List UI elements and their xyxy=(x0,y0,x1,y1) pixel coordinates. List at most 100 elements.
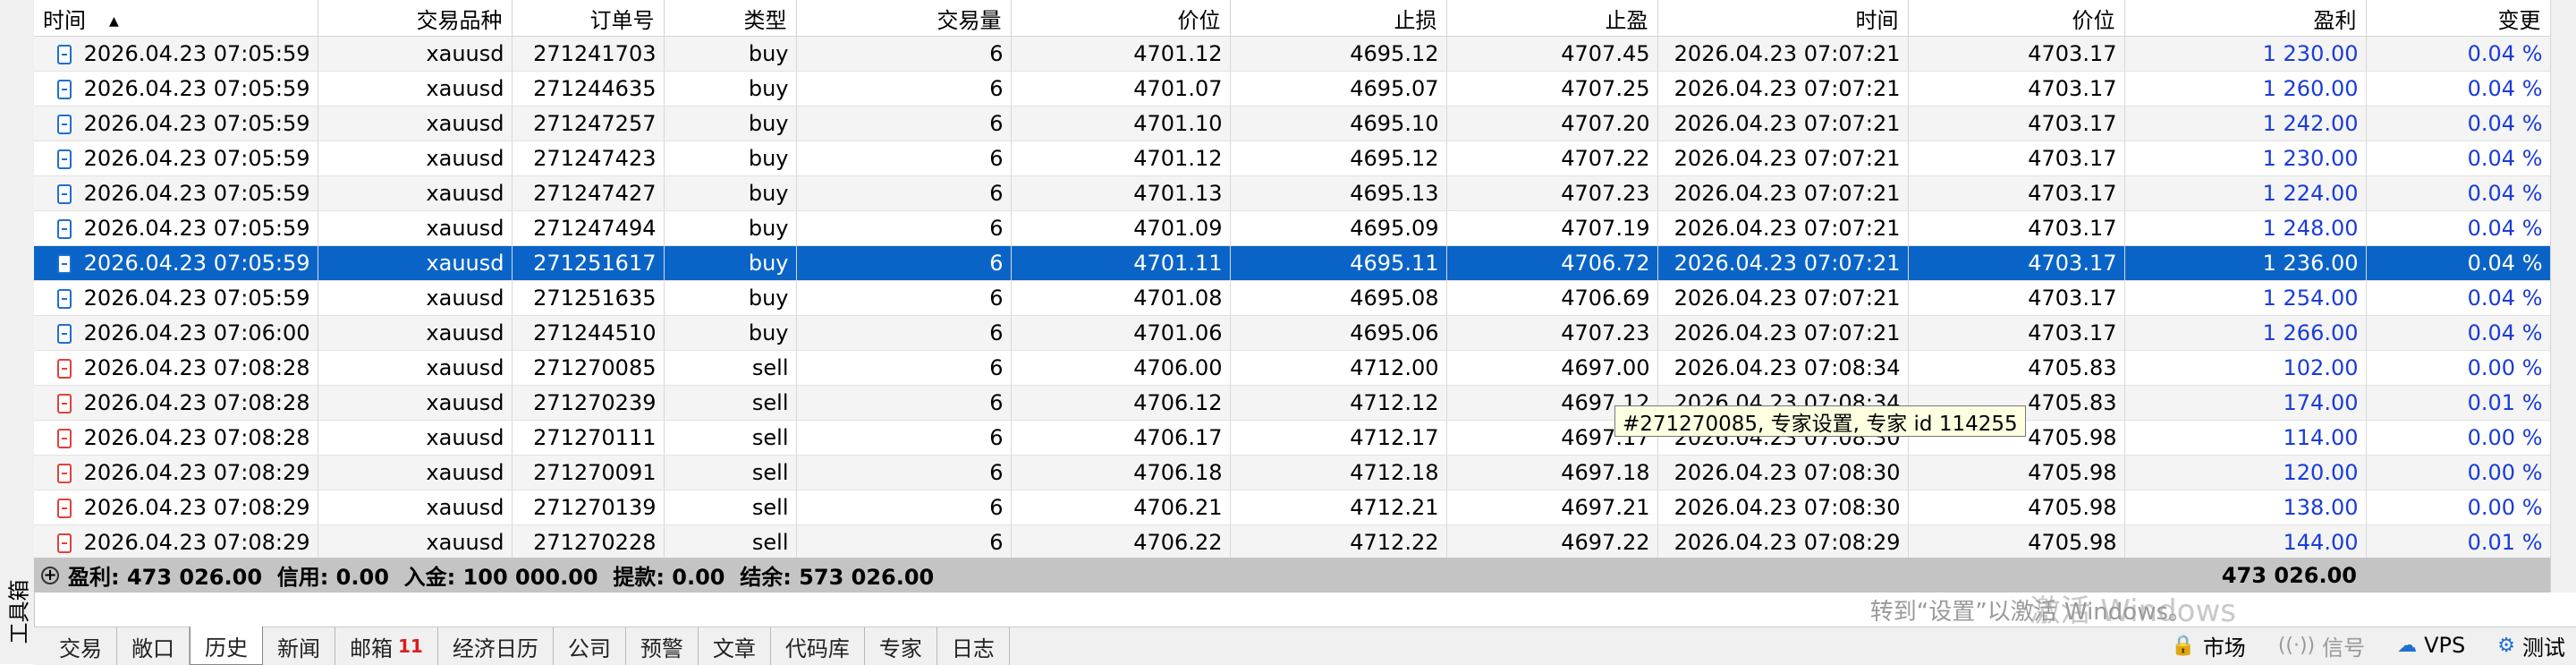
column-header-label: 变更 xyxy=(2497,7,2541,33)
tab-10[interactable]: 专家 xyxy=(865,627,937,665)
cell-profit: 114.00 xyxy=(2124,420,2367,456)
table-row[interactable]: 2026.04.23 07:05:59 xauusd 271244635 buy 6 47… xyxy=(34,71,2551,107)
status-market[interactable]: 🔒 市场 xyxy=(2171,630,2245,661)
tab-1[interactable]: 敞口 xyxy=(117,627,190,665)
column-header[interactable]: 交易量 xyxy=(796,0,1012,37)
cell-profit: 1 248.00 xyxy=(2124,210,2367,246)
table-row[interactable]: 2026.04.23 07:05:59 xauusd 271241703 buy 6 47… xyxy=(34,36,2551,72)
tab-5[interactable]: 经济日历 xyxy=(438,627,554,665)
history-table: 时间 ▲ 交易品种 订单号 类型 交易量 价位 止损 止盈 时间 价位 盈利 变更 2026.04.23… xyxy=(34,0,2551,560)
table-row[interactable]: 2026.04.23 07:08:29 xauusd 271270228 sell 6 4… xyxy=(34,524,2551,560)
cell-open-price: 4706.21 xyxy=(1011,490,1231,525)
table-row[interactable]: 2026.04.23 07:05:59 xauusd 271251617 buy 6 47… xyxy=(34,245,2551,281)
cell-order: 271270111 xyxy=(512,420,665,456)
cell-sl: 4695.08 xyxy=(1230,280,1447,316)
table-row[interactable]: 2026.04.23 07:06:00 xauusd 271244510 buy 6 47… xyxy=(34,315,2551,351)
table-row[interactable]: 2026.04.23 07:05:59 xauusd 271247494 buy 6 47… xyxy=(34,210,2551,246)
tab-4[interactable]: 邮箱 11 xyxy=(335,627,438,665)
toolbox-strip[interactable]: 工具箱 xyxy=(0,0,35,664)
table-row[interactable]: 2026.04.23 07:05:59 xauusd 271247427 buy 6 47… xyxy=(34,175,2551,211)
cell-order: 271241703 xyxy=(512,36,665,72)
status-tester[interactable]: ⚙ 测试 xyxy=(2497,630,2565,661)
open-time-value: 2026.04.23 07:05:59 xyxy=(83,286,310,311)
tab-0[interactable]: 交易 xyxy=(45,627,117,665)
cell-type: buy xyxy=(664,106,797,141)
cell-profit: 1 260.00 xyxy=(2124,71,2367,107)
tab-label: 邮箱 xyxy=(350,635,393,661)
cell-type: buy xyxy=(664,141,797,176)
table-row[interactable]: 2026.04.23 07:05:59 xauusd 271247257 buy 6 47… xyxy=(34,106,2551,141)
tab-3[interactable]: 新闻 xyxy=(263,627,335,665)
column-header[interactable]: 价位 xyxy=(1011,0,1231,37)
cell-type: buy xyxy=(664,280,797,316)
cell-type: sell xyxy=(664,420,797,456)
cell-open-price: 4706.00 xyxy=(1011,350,1231,386)
cloud-icon: ☁ xyxy=(2397,634,2418,657)
table-row[interactable]: 2026.04.23 07:08:28 xauusd 271270085 sell 6 4… xyxy=(34,350,2551,386)
table-row[interactable]: 2026.04.23 07:08:28 xauusd 271270111 sell 6 4… xyxy=(34,420,2551,456)
column-header[interactable]: 价位 xyxy=(1908,0,2125,37)
table-row[interactable]: 2026.04.23 07:05:59 xauusd 271247423 buy 6 47… xyxy=(34,141,2551,176)
status-signals[interactable]: ((·)) 信号 xyxy=(2278,630,2365,661)
column-header[interactable]: 时间 xyxy=(1657,0,1909,37)
tab-label: 文章 xyxy=(712,635,756,661)
cell-volume: 6 xyxy=(796,350,1012,386)
cell-open-price: 4701.12 xyxy=(1011,141,1231,176)
vertical-scrollbar[interactable] xyxy=(2550,0,2576,593)
column-header[interactable]: 类型 xyxy=(664,0,797,37)
tab-11[interactable]: 日志 xyxy=(937,627,1010,665)
status-vps[interactable]: ☁ VPS xyxy=(2397,633,2465,658)
cell-change: 0.04 % xyxy=(2366,210,2551,246)
sell-order-icon xyxy=(56,394,72,413)
cell-open-time: 2026.04.23 07:05:59 xyxy=(34,175,318,211)
cell-close-price: 4705.98 xyxy=(1908,490,2125,525)
cell-symbol: xauusd xyxy=(318,350,513,386)
cell-close-price: 4703.17 xyxy=(1908,175,2125,211)
cell-sl: 4712.17 xyxy=(1230,420,1447,456)
cell-type: sell xyxy=(664,524,797,560)
column-header[interactable]: 盈利 xyxy=(2124,0,2367,37)
cell-close-time: 2026.04.23 07:07:21 xyxy=(1657,71,1909,107)
column-header[interactable]: 交易品种 xyxy=(318,0,513,37)
cell-open-time: 2026.04.23 07:08:28 xyxy=(34,385,318,421)
cell-change: 0.04 % xyxy=(2366,280,2551,316)
column-header[interactable]: 变更 xyxy=(2366,0,2551,37)
table-row[interactable]: 2026.04.23 07:08:28 xauusd 271270239 sell 6 4… xyxy=(34,385,2551,421)
cell-sl: 4712.21 xyxy=(1230,490,1447,525)
table-row[interactable]: 2026.04.23 07:05:59 xauusd 271251635 buy 6 47… xyxy=(34,280,2551,316)
cell-profit: 1 266.00 xyxy=(2124,315,2367,351)
column-header[interactable]: 时间 ▲ xyxy=(34,0,318,37)
cell-close-time: 2026.04.23 07:07:21 xyxy=(1657,141,1909,176)
cell-open-time: 2026.04.23 07:05:59 xyxy=(34,245,318,281)
cell-close-time: 2026.04.23 07:07:21 xyxy=(1657,315,1909,351)
plus-circle-icon[interactable]: + xyxy=(41,566,59,584)
buy-order-icon xyxy=(56,184,72,204)
tab-label: 预警 xyxy=(640,635,683,661)
cell-volume: 6 xyxy=(796,175,1012,211)
cell-open-time: 2026.04.23 07:05:59 xyxy=(34,280,318,316)
table-row[interactable]: 2026.04.23 07:08:29 xauusd 271270139 sell 6 4… xyxy=(34,490,2551,525)
cell-symbol: xauusd xyxy=(318,141,513,176)
buy-order-icon xyxy=(56,115,72,134)
tab-label: 敞口 xyxy=(131,635,174,661)
cell-symbol: xauusd xyxy=(318,420,513,456)
cell-open-time: 2026.04.23 07:06:00 xyxy=(34,315,318,351)
cell-change: 0.04 % xyxy=(2366,315,2551,351)
toolbox-label[interactable]: 工具箱 xyxy=(0,559,34,664)
cell-close-time: 2026.04.23 07:07:21 xyxy=(1657,280,1909,316)
column-header[interactable]: 止盈 xyxy=(1446,0,1658,37)
tab-2[interactable]: 历史 xyxy=(190,627,263,665)
column-header[interactable]: 止损 xyxy=(1230,0,1447,37)
tab-9[interactable]: 代码库 xyxy=(771,627,865,665)
tab-7[interactable]: 预警 xyxy=(626,627,699,665)
cell-type: sell xyxy=(664,385,797,421)
tab-6[interactable]: 公司 xyxy=(554,627,626,665)
tab-8[interactable]: 文章 xyxy=(699,627,771,665)
header-row: 时间 ▲ 交易品种 订单号 类型 交易量 价位 止损 止盈 时间 价位 盈利 变更 xyxy=(34,0,2551,37)
sell-order-icon xyxy=(56,499,72,518)
column-header[interactable]: 订单号 xyxy=(512,0,665,37)
cell-volume: 6 xyxy=(796,490,1012,525)
table-row[interactable]: 2026.04.23 07:08:29 xauusd 271270091 sell 6 4… xyxy=(34,455,2551,490)
cell-open-price: 4701.09 xyxy=(1011,210,1231,246)
cell-open-price: 4706.18 xyxy=(1011,455,1231,490)
